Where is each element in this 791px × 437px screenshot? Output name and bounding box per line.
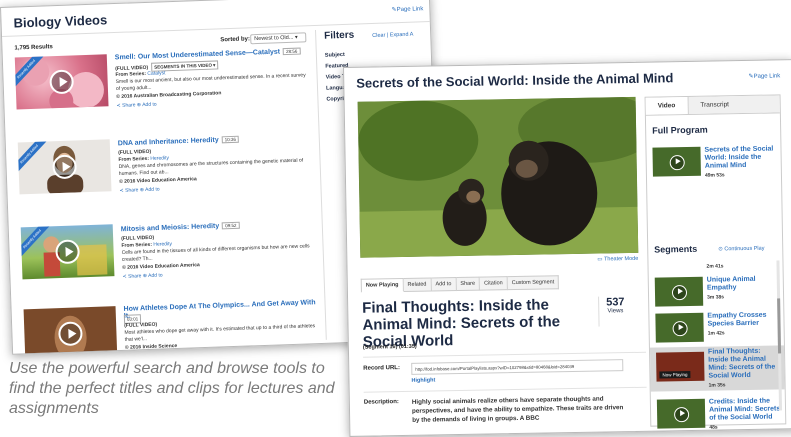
tab-citation[interactable]: Citation xyxy=(479,276,508,291)
add-to-link[interactable]: Add to xyxy=(145,187,160,194)
play-icon xyxy=(672,320,688,336)
add-icon: ⊕ xyxy=(139,187,145,194)
chimpanzees-image xyxy=(357,96,639,258)
player-tabs: Now Playing Related Add to Share Citatio… xyxy=(360,275,560,293)
description-label: Description: xyxy=(363,399,399,406)
highlight-button[interactable]: Highlight xyxy=(411,377,435,383)
program-title-link[interactable]: Secrets of the Social World: Inside the … xyxy=(704,145,777,179)
series-link[interactable]: Catalyst xyxy=(147,70,165,77)
segment-item[interactable]: Credits: Inside the Animal Mind: Secrets… xyxy=(709,397,782,431)
clear-expand-links[interactable]: Clear | Expand A xyxy=(372,32,413,39)
share-link[interactable]: Share xyxy=(122,102,136,108)
page-link[interactable]: ✎Page Link xyxy=(391,5,424,13)
duration-badge: 28:56 xyxy=(282,47,301,56)
page-title: Biology Videos xyxy=(13,12,108,31)
program-thumbnail[interactable] xyxy=(652,146,701,177)
program-title: Secrets of the Social World: Inside the … xyxy=(356,70,674,91)
segment-thumbnail[interactable]: Now Playing xyxy=(656,351,705,382)
tab-add-to[interactable]: Add to xyxy=(431,277,457,292)
share-icon: ≺ xyxy=(116,102,121,109)
tab-related[interactable]: Related xyxy=(403,277,432,292)
video-thumbnail-dna[interactable]: Recently Added xyxy=(17,139,112,195)
theater-mode-button[interactable]: ▭ Theater Mode xyxy=(597,256,638,263)
add-icon: ⊕ xyxy=(136,102,142,109)
video-thumbnail-mitosis[interactable]: Recently Added xyxy=(20,224,115,280)
add-to-link[interactable]: Add to xyxy=(142,102,157,109)
tab-share[interactable]: Share xyxy=(456,276,481,292)
segment-thumbnail[interactable] xyxy=(656,398,706,429)
record-url-field[interactable]: http://fod.infobase.com/PortalPlaylists.… xyxy=(411,359,624,375)
playlist-sidebar: Video Transcript Full Program Secrets of… xyxy=(644,94,787,431)
segment-item[interactable]: Empathy Crosses Species Barrier 1m 42s xyxy=(707,311,779,337)
play-icon xyxy=(671,284,688,300)
segment-item-current[interactable]: Final Thoughts: Inside the Animal Mind: … xyxy=(708,347,781,389)
segment-title: Final Thoughts: Inside the Animal Mind: … xyxy=(362,296,561,351)
segment-item[interactable]: 2m 41s xyxy=(706,260,778,270)
video-player-window: Secrets of the Social World: Inside the … xyxy=(343,59,791,437)
share-link[interactable]: Share xyxy=(125,187,139,193)
segment-number: (Segment 16) (01:35) xyxy=(362,343,417,351)
divider xyxy=(598,296,600,327)
sort-label: Sorted by: xyxy=(220,36,251,44)
segment-thumbnail[interactable] xyxy=(654,276,704,307)
play-icon xyxy=(673,406,690,422)
segments-heading: Segments xyxy=(654,243,698,255)
toggle-icon: ⊙ xyxy=(718,246,723,253)
video-thumbnail-smell[interactable]: Recently Added xyxy=(14,54,109,110)
sidebar-tabs: Video Transcript xyxy=(645,95,780,116)
add-icon: ⊕ xyxy=(142,273,148,280)
sort-select[interactable]: Newest to Old... ▾ xyxy=(250,32,307,45)
tab-transcript[interactable]: Transcript xyxy=(688,95,780,114)
video-player[interactable] xyxy=(357,96,639,258)
series-link[interactable]: Heredity xyxy=(153,241,172,248)
description-text: Highly social animals realize others hav… xyxy=(411,395,624,424)
tab-now-playing[interactable]: Now Playing xyxy=(360,277,404,293)
add-to-link[interactable]: Add to xyxy=(148,272,163,279)
tab-custom-segment[interactable]: Custom Segment xyxy=(507,275,560,291)
share-icon: ≺ xyxy=(119,187,124,194)
full-program-heading: Full Program xyxy=(652,124,708,136)
divider xyxy=(363,386,647,393)
tab-video[interactable]: Video xyxy=(645,96,689,115)
record-url-label: Record URL: xyxy=(363,365,400,372)
duration-badge: 09:52 xyxy=(222,221,240,230)
filter-subject[interactable]: Subject xyxy=(325,52,345,59)
segment-thumbnail[interactable] xyxy=(655,312,704,343)
caption-text: Use the powerful search and browse tools… xyxy=(9,360,335,417)
screen-icon: ▭ xyxy=(597,256,603,263)
play-icon xyxy=(669,154,685,170)
filters-heading: Filters xyxy=(324,29,355,42)
continuous-play-toggle[interactable]: ⊙ Continuous Play xyxy=(718,246,764,253)
share-link[interactable]: Share xyxy=(128,273,142,279)
share-icon: ≺ xyxy=(122,273,127,280)
page-link[interactable]: ✎Page Link xyxy=(748,72,780,80)
views-counter: 537 Views xyxy=(606,296,625,315)
duration-badge: 10:36 xyxy=(221,135,240,144)
segment-item[interactable]: Unique Animal Empathy 3m 38s xyxy=(707,275,779,301)
series-link[interactable]: Heredity xyxy=(150,155,169,162)
results-count: 1,795 Results xyxy=(14,44,53,52)
video-thumbnail-athletes[interactable] xyxy=(23,306,118,355)
now-playing-badge: Now Playing xyxy=(659,370,691,379)
divider xyxy=(363,351,647,358)
scrollbar-thumb[interactable] xyxy=(777,298,782,354)
